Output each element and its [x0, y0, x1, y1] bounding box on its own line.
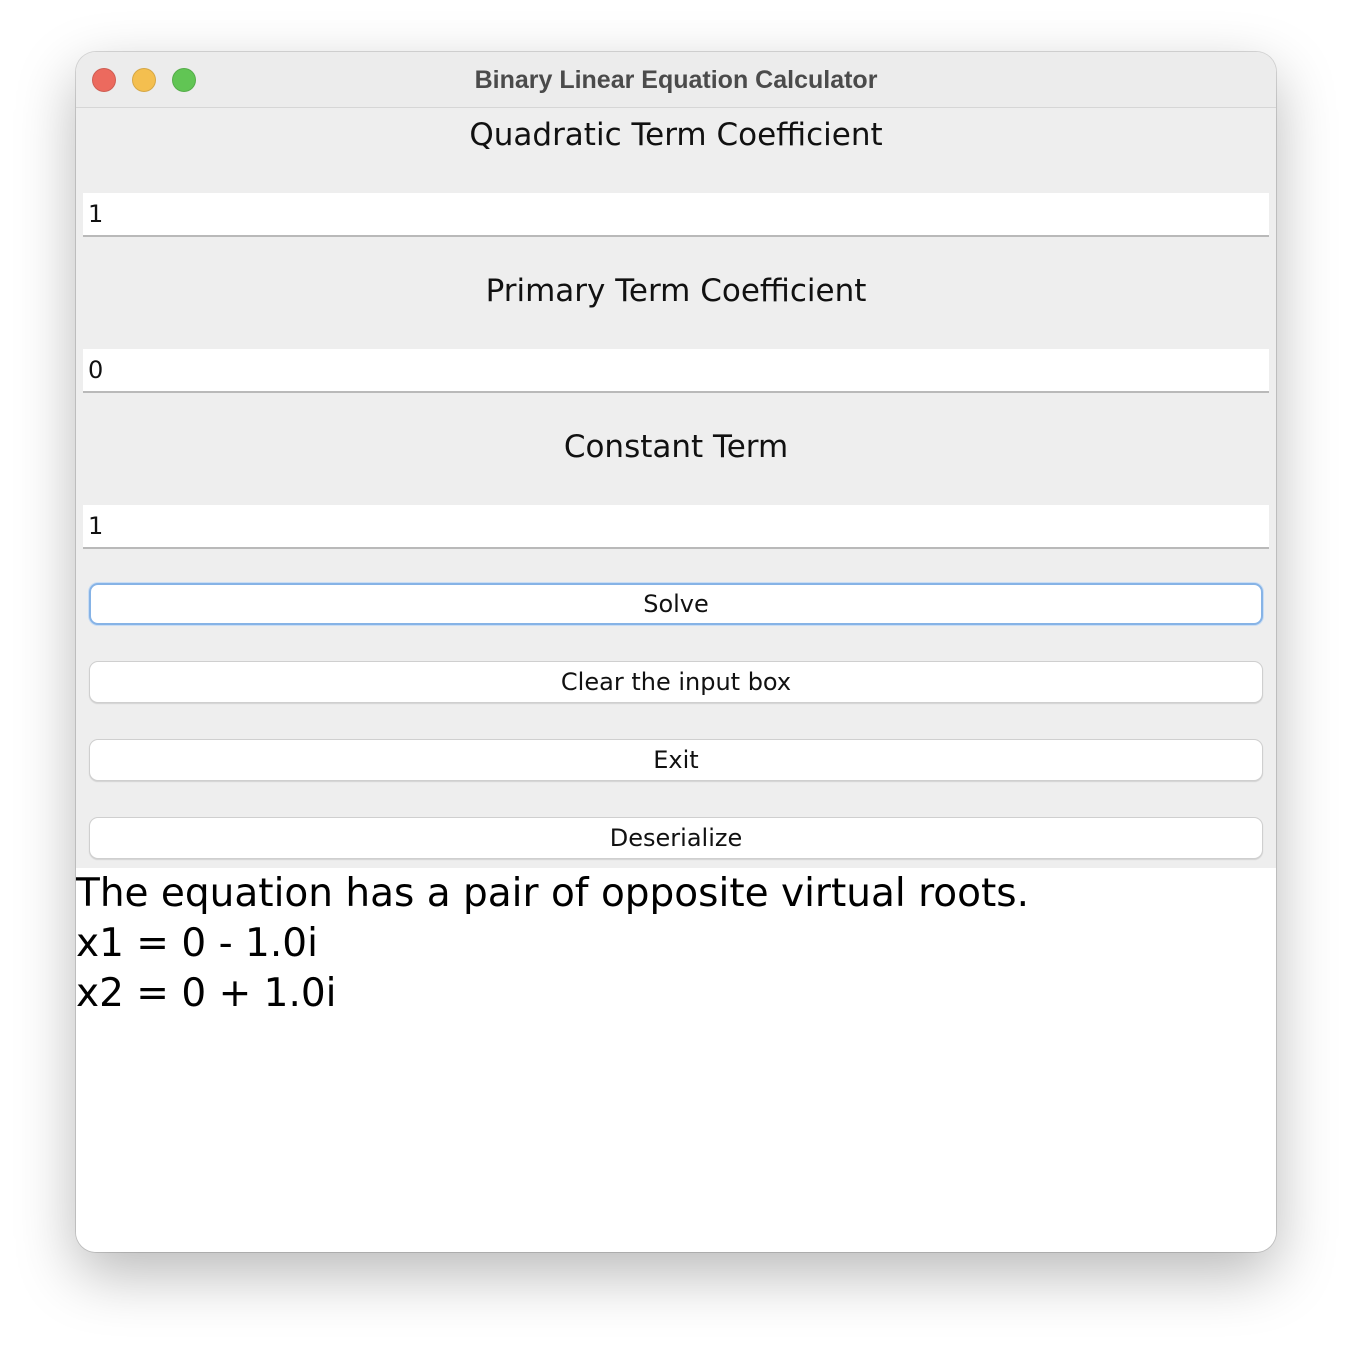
primary-coefficient-label: Primary Term Coefficient	[485, 273, 867, 309]
solve-button[interactable]: Solve	[89, 583, 1263, 625]
result-area: The equation has a pair of opposite virt…	[76, 868, 1276, 1252]
primary-coefficient-input[interactable]	[83, 349, 1269, 393]
input-panel: Quadratic Term Coefficient Primary Term …	[76, 108, 1276, 868]
calculator-window: Binary Linear Equation Calculator Quadra…	[76, 52, 1276, 1252]
root-x2: x2 = 0 + 1.0i	[76, 971, 337, 1016]
constant-term-input[interactable]	[83, 505, 1269, 549]
quadratic-coefficient-input[interactable]	[83, 193, 1269, 237]
window-title: Binary Linear Equation Calculator	[474, 66, 878, 94]
root-x1: x1 = 0 - 1.0i	[76, 921, 318, 966]
exit-button[interactable]: Exit	[89, 739, 1263, 781]
constant-term-label: Constant Term	[563, 429, 789, 465]
title-bar[interactable]: Binary Linear Equation Calculator	[76, 52, 1276, 108]
result-message: The equation has a pair of opposite virt…	[76, 871, 1030, 916]
clear-input-button[interactable]: Clear the input box	[89, 661, 1263, 703]
deserialize-button[interactable]: Deserialize	[89, 817, 1263, 859]
quadratic-coefficient-label: Quadratic Term Coefficient	[469, 117, 883, 153]
